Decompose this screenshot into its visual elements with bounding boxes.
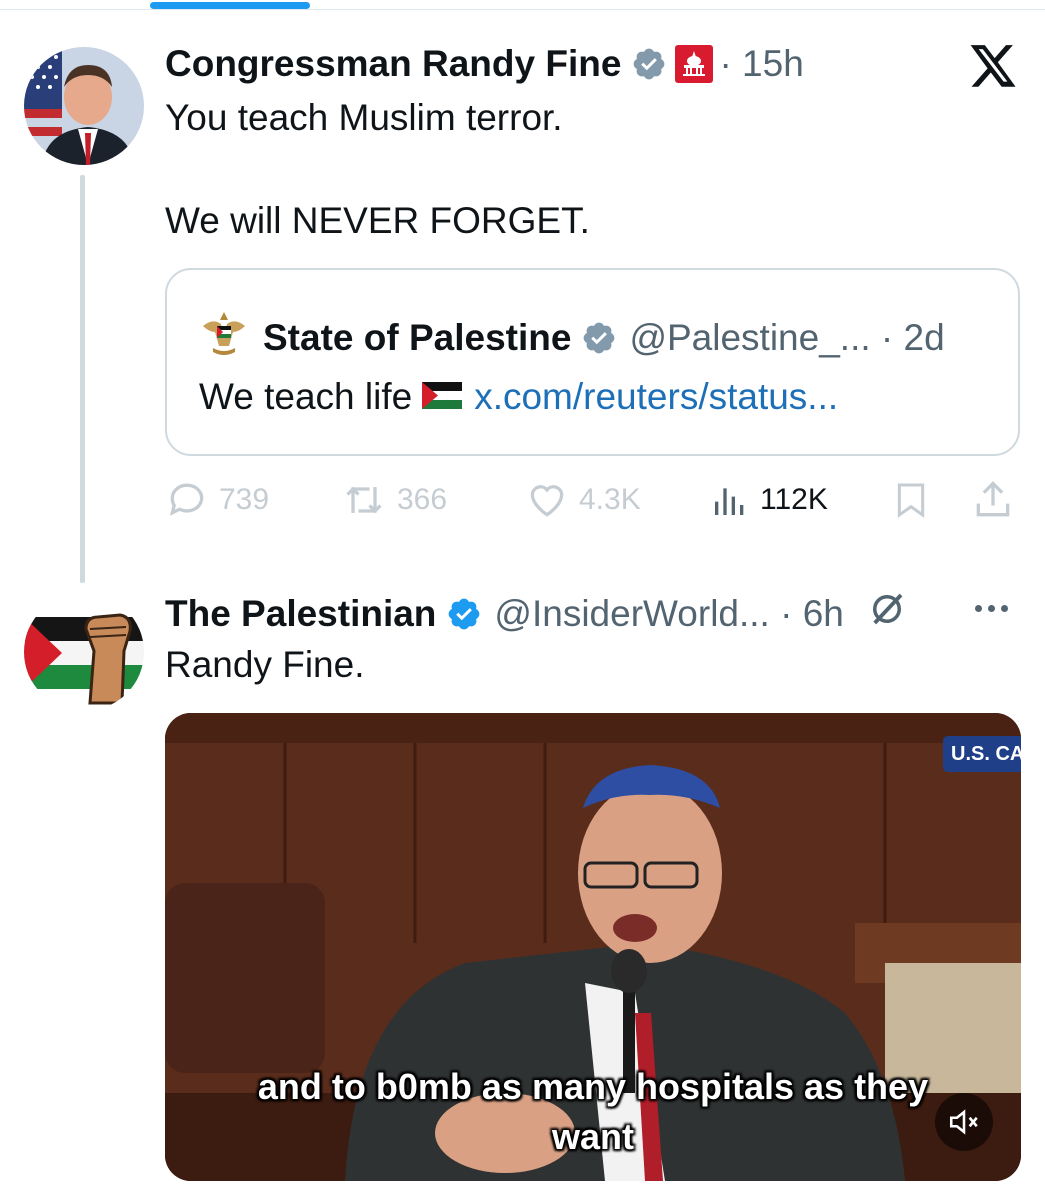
heart-icon [530, 485, 564, 517]
quote-text: We teach life [199, 376, 413, 417]
tweet2-header: The Palestinian @InsiderWorld... · 6h [165, 588, 908, 640]
tweet1-text-line1: You teach Muslim terror. [165, 97, 563, 138]
bookmark-icon [897, 483, 925, 518]
video-caption-line1: and to b0mb as many hospitals as they [257, 1066, 929, 1107]
tweet1-time[interactable]: · 15h [719, 42, 803, 86]
thread-connector-line [80, 175, 85, 583]
avatar-the-palestinian[interactable] [24, 593, 144, 711]
views-icon [715, 488, 744, 515]
palestine-flag-icon [422, 375, 463, 419]
top-divider [0, 9, 1045, 10]
views-count: 112K [760, 483, 828, 516]
verified-badge-icon [446, 596, 482, 632]
quote-link[interactable]: x.com/reuters/status... [474, 375, 838, 419]
grok-icon[interactable] [866, 588, 908, 640]
tweet1-text-line2: We will NEVER FORGET. [165, 200, 590, 241]
tweet2-text: Randy Fine. [165, 644, 365, 685]
quoted-tweet-card[interactable]: State of Palestine @Palestine_... · 2d W… [165, 268, 1020, 456]
repost-button[interactable]: 366 [341, 478, 447, 522]
share-icon [976, 481, 1010, 517]
active-tab-indicator [150, 2, 310, 9]
like-count: 4.3K [579, 483, 641, 516]
tweet2-handle-time[interactable]: @InsiderWorld... · 6h [494, 592, 843, 636]
more-dots-icon[interactable] [975, 605, 1008, 612]
tweet1-action-bar: 739 366 4.3K 112K [165, 478, 1020, 528]
quote-verified-badge-icon [581, 320, 617, 356]
share-button[interactable] [971, 478, 1025, 522]
video-frame [165, 713, 1021, 1181]
quote-header: State of Palestine @Palestine_... · 2d [199, 308, 945, 368]
views-button[interactable]: 112K [710, 478, 828, 522]
mute-button[interactable] [935, 1093, 993, 1151]
mute-icon [949, 1109, 978, 1135]
quote-handle-time[interactable]: @Palestine_... · 2d [629, 316, 944, 360]
gov-badge-icon [675, 45, 714, 83]
tweet2-display-name[interactable]: The Palestinian [165, 592, 436, 636]
palestine-emblem-icon [199, 308, 249, 368]
reply-button[interactable]: 739 [165, 478, 269, 522]
video-player[interactable]: U.S. CA and to b0mb as many hospitals as… [165, 713, 1021, 1181]
tweet1-header: Congressman Randy Fine · 15h [165, 42, 804, 86]
avatar-randy-fine[interactable] [24, 47, 144, 165]
channel-tag: U.S. CA [943, 736, 1021, 772]
x-logo-icon[interactable] [968, 45, 1018, 96]
repost-count: 366 [397, 483, 448, 516]
tweet1-display-name[interactable]: Congressman Randy Fine [165, 42, 621, 86]
quote-display-name[interactable]: State of Palestine [263, 316, 571, 360]
bookmark-button[interactable] [891, 478, 941, 522]
gov-verified-badge-icon [631, 46, 667, 82]
like-button[interactable]: 4.3K [525, 478, 641, 522]
video-caption-line2: want [551, 1116, 634, 1157]
reply-icon [169, 483, 204, 516]
reply-count: 739 [219, 483, 270, 516]
quote-body: We teach life x.com/reuters/status... [199, 375, 838, 419]
repost-icon [346, 486, 382, 514]
